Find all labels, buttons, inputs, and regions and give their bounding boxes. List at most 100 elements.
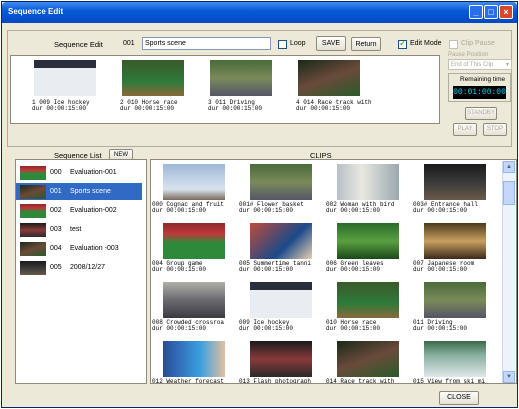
clip-pause-label: Clip Pause <box>461 40 495 47</box>
sequence-thumbnail <box>20 204 46 218</box>
clip-pause-checkbox[interactable] <box>449 40 458 49</box>
sequence-id: 003 <box>50 226 62 233</box>
title-bar[interactable]: Sequence Edit _ □ × <box>2 2 517 23</box>
clip-name: Weather forecast <box>166 378 225 384</box>
clip-id: 005 <box>239 260 250 267</box>
clip-thumbnail <box>337 341 399 377</box>
clip-caption: 008 Crowded crossroa dur 00:00:15:00 <box>152 319 225 332</box>
clip-item[interactable]: 005 Summertime tanni dur 00:00:15:00 <box>239 223 323 275</box>
sequence-thumbnail <box>20 166 46 180</box>
timeline-clip-num: 4 <box>296 99 300 106</box>
sequence-name-field[interactable]: Sports scene <box>142 37 271 50</box>
timeline-clip[interactable]: 2 010 Horse race dur 00:00:15:00 <box>120 60 204 118</box>
clip-caption: 014 Race track with <box>326 378 410 384</box>
clip-caption: 005 Summertime tanni dur 00:00:15:00 <box>239 260 312 273</box>
timeline-clip[interactable]: 4 014 Race track with dur 00:00:15:00 <box>296 60 380 118</box>
pause-position-select[interactable]: End of This Clip ▾ <box>448 59 512 70</box>
window-title: Sequence Edit <box>8 7 64 16</box>
sequence-id: 004 <box>50 245 62 252</box>
timeline-clip-duration: 00:00:15:00 <box>310 105 351 112</box>
sequence-list-item[interactable]: 004 Evaluation -003 <box>16 240 142 257</box>
clip-thumbnail <box>250 341 312 377</box>
timeline-clip-duration: 00:00:15:00 <box>46 105 87 112</box>
clip-id: 003# <box>413 201 428 208</box>
clip-thumbnail <box>163 282 225 318</box>
clip-thumbnail <box>424 341 486 377</box>
clip-id: 002 <box>326 201 337 208</box>
clip-item[interactable]: 000 Cognac and fruit dur 00:00:15:00 <box>152 164 236 216</box>
close-icon[interactable]: × <box>499 5 513 19</box>
clip-item[interactable]: 001# Flower basket dur 00:00:15:00 <box>239 164 323 216</box>
sequence-list-item[interactable]: 002 Evaluation-002 <box>16 202 142 219</box>
play-button[interactable]: PLAY <box>453 123 477 136</box>
clip-item[interactable]: 014 Race track with <box>326 341 410 383</box>
clip-caption: 002 Woman with bird dur 00:00:15:00 <box>326 201 395 214</box>
clip-duration: 00:00:15:00 <box>427 325 468 332</box>
close-button[interactable]: CLOSE <box>439 391 479 405</box>
scroll-down-icon[interactable]: ▼ <box>503 371 515 383</box>
standby-button[interactable]: STANDBY <box>465 107 497 120</box>
clip-duration: 00:00:15:00 <box>340 325 381 332</box>
scroll-thumb[interactable] <box>503 181 515 205</box>
clip-caption: 015 View from ski mi <box>413 379 497 384</box>
clip-id: 011 <box>413 319 424 326</box>
clip-item[interactable]: 011 Driving dur 00:00:15:00 <box>413 282 497 334</box>
clip-item[interactable]: 015 View from ski mi <box>413 341 497 383</box>
clip-name: Race track with <box>340 378 395 384</box>
sequence-list-item[interactable]: 003 test <box>16 221 142 238</box>
return-button[interactable]: Return <box>351 37 381 51</box>
clip-duration: 00:00:15:00 <box>427 266 468 273</box>
sequence-thumbnail <box>20 223 46 237</box>
edit-mode-checkbox[interactable] <box>398 38 407 49</box>
clip-caption: 000 Cognac and fruit dur 00:00:15:00 <box>152 201 225 214</box>
loop-checkbox[interactable] <box>278 40 287 49</box>
loop-label: Loop <box>290 40 306 47</box>
clip-thumbnail <box>163 223 225 259</box>
scroll-up-icon[interactable]: ▲ <box>503 161 515 173</box>
clip-duration: 00:00:15:00 <box>166 207 207 214</box>
clip-duration: 00:00:15:00 <box>427 207 468 214</box>
clip-item[interactable]: 010 Horse race dur 00:00:15:00 <box>326 282 410 334</box>
clip-thumbnail <box>337 282 399 318</box>
remaining-time-display: 00:01:00:00 <box>453 86 506 99</box>
save-button[interactable]: SAVE <box>316 36 346 51</box>
sequence-number: 001 <box>123 40 135 47</box>
pause-position-label: Pause Position <box>448 52 489 58</box>
clip-item[interactable]: 002 Woman with bird dur 00:00:15:00 <box>326 164 410 216</box>
timeline-clip-caption: 1 009 Ice hockey dur 00:00:15:00 <box>32 99 90 112</box>
clip-thumbnail <box>163 164 225 200</box>
clip-caption: 004 Group game dur 00:00:15:00 <box>152 260 207 273</box>
sequence-id: 001 <box>50 188 62 195</box>
timeline-clip-duration: 00:00:15:00 <box>222 105 263 112</box>
clip-item[interactable]: 013 Flash photograph <box>239 341 323 383</box>
clip-thumbnail <box>298 60 360 96</box>
clip-caption: 007 Japanese room dur 00:00:15:00 <box>413 260 475 273</box>
clip-caption: 001# Flower basket dur 00:00:15:00 <box>239 201 304 214</box>
maximize-icon[interactable]: □ <box>484 5 498 19</box>
sequence-edit-label: Sequence Edit <box>54 40 103 49</box>
sequence-name: test <box>70 226 82 233</box>
clip-thumbnail <box>337 223 399 259</box>
timeline-clip-num: 3 <box>208 99 212 106</box>
clip-item[interactable]: 012 Weather forecast <box>152 341 236 383</box>
sequence-list-item[interactable]: 001 Sports scene <box>16 183 142 200</box>
clip-duration: 00:00:15:00 <box>253 266 294 273</box>
clips-scrollbar[interactable]: ▲ ▼ <box>502 161 515 383</box>
sequence-list-item[interactable]: 000 Evaluation-001 <box>16 164 142 181</box>
clip-item[interactable]: 007 Japanese room dur 00:00:15:00 <box>413 223 497 275</box>
clip-id: 007 <box>413 260 424 267</box>
clip-item[interactable]: 008 Crowded crossroa dur 00:00:15:00 <box>152 282 236 334</box>
clip-duration: 00:00:15:00 <box>340 266 381 273</box>
stop-button[interactable]: STOP <box>483 123 507 136</box>
timeline-clip[interactable]: 1 009 Ice hockey dur 00:00:15:00 <box>32 60 116 118</box>
clip-id: 009 <box>239 319 250 326</box>
minimize-icon[interactable]: _ <box>469 5 483 19</box>
timeline-clip[interactable]: 3 011 Driving dur 00:00:15:00 <box>208 60 292 118</box>
clip-item[interactable]: 009 Ice hockey dur 00:00:15:00 <box>239 282 323 334</box>
sequence-list-item[interactable]: 005 2008/12/27 <box>16 259 142 276</box>
clip-item[interactable]: 003# Entrance hall dur 00:00:15:00 <box>413 164 497 216</box>
clip-item[interactable]: 004 Group game dur 00:00:15:00 <box>152 223 236 275</box>
clip-item[interactable]: 006 Green leaves dur 00:00:15:00 <box>326 223 410 275</box>
timeline-clip-caption: 2 010 Horse race dur 00:00:15:00 <box>120 99 178 112</box>
sequence-id: 000 <box>50 169 62 176</box>
